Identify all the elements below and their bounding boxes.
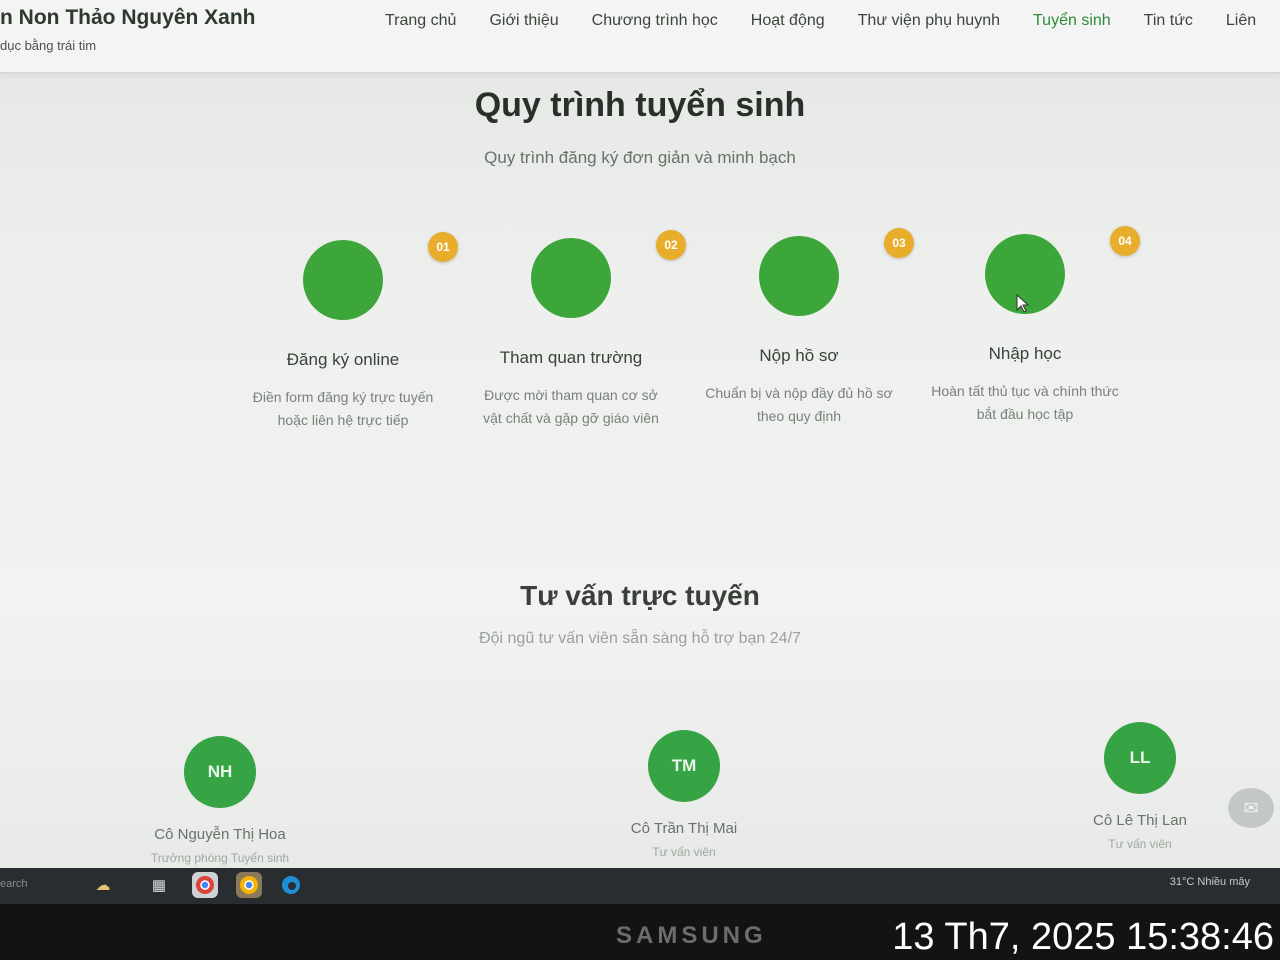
step-description: Được mời tham quan cơ sở vật chất và gặp… bbox=[483, 387, 659, 426]
step-title: Đăng ký online bbox=[286, 350, 400, 369]
advisor-card[interactable]: LL Cô Lê Thị Lan Tư vấn viên bbox=[1020, 722, 1260, 851]
step-circle bbox=[759, 236, 839, 316]
advisor-name: Cô Trần Thị Mai bbox=[630, 820, 738, 837]
browser-viewport: n Non Thảo Nguyên Xanh dục bằng trái tim… bbox=[0, 0, 1280, 868]
taskbar-weather[interactable]: 31°C Nhiều mây bbox=[1170, 876, 1250, 888]
step-title: Tham quan trường bbox=[499, 348, 643, 367]
brand-tagline: dục bằng trái tim bbox=[0, 38, 97, 53]
avatar: NH bbox=[184, 736, 256, 808]
taskbar-search[interactable]: earch bbox=[0, 878, 28, 890]
monitor-bezel: SAMSUNG 13 Th7, 2025 15:38:46 bbox=[0, 904, 1280, 960]
avatar: TM bbox=[648, 730, 720, 802]
consult-title: Tư vấn trực tuyến bbox=[520, 580, 760, 611]
weather-icon[interactable]: ☁ bbox=[90, 872, 116, 898]
advisor-name: Cô Nguyễn Thị Hoa bbox=[154, 826, 286, 843]
advisor-name: Cô Lê Thị Lan bbox=[1093, 812, 1187, 829]
step-description: Điền form đăng ký trực tuyến hoặc liên h… bbox=[252, 389, 434, 428]
mouse-cursor-icon bbox=[1016, 294, 1030, 313]
step-card: 03 Nộp hồ sơ Chuẩn bị và nộp đầy đủ hồ s… bbox=[684, 228, 914, 428]
advisor-role: Tư vấn viên bbox=[652, 845, 716, 859]
nav-item-home[interactable]: Trang chủ bbox=[385, 12, 456, 30]
step-circle bbox=[531, 238, 611, 318]
avatar: LL bbox=[1104, 722, 1176, 794]
step-description: Hoàn tất thủ tục và chính thức bắt đầu h… bbox=[931, 383, 1119, 422]
nav-item-about[interactable]: Giới thiệu bbox=[489, 12, 558, 30]
advisor-role: Tư vấn viên bbox=[1108, 837, 1172, 851]
brand-name[interactable]: n Non Thảo Nguyên Xanh bbox=[0, 6, 256, 30]
nav-item-parent-library[interactable]: Thư viện phụ huynh bbox=[858, 12, 1000, 30]
step-title: Nộp hồ sơ bbox=[759, 346, 839, 365]
main-nav: Trang chủ Giới thiệu Chương trình học Ho… bbox=[385, 12, 1256, 30]
step-number-badge: 04 bbox=[1110, 226, 1140, 256]
step-card: 04 Nhập học Hoàn tất thủ tục và chính th… bbox=[910, 226, 1140, 426]
chat-bubble-icon[interactable]: ✉ bbox=[1228, 788, 1274, 828]
nav-item-admissions[interactable]: Tuyển sinh bbox=[1033, 12, 1111, 30]
process-subtitle: Quy trình đăng ký đơn giản và minh bạch bbox=[484, 148, 796, 167]
edge-icon[interactable] bbox=[278, 872, 304, 898]
step-number-badge: 02 bbox=[656, 230, 686, 260]
chrome-icon[interactable] bbox=[236, 872, 262, 898]
step-title: Nhập học bbox=[988, 344, 1062, 363]
step-card: 01 Đăng ký online Điền form đăng ký trực… bbox=[228, 232, 458, 432]
windows-taskbar: earch ☁ ▦ 31°C Nhiều mây bbox=[0, 868, 1280, 904]
step-description: Chuẩn bị và nộp đầy đủ hồ sơ theo quy đị… bbox=[705, 385, 893, 424]
nav-item-news[interactable]: Tin tức bbox=[1144, 12, 1193, 30]
chrome-icon[interactable] bbox=[192, 872, 218, 898]
advisor-card[interactable]: TM Cô Trần Thị Mai Tư vấn viên bbox=[564, 730, 804, 859]
nav-item-curriculum[interactable]: Chương trình học bbox=[592, 12, 718, 30]
site-header: n Non Thảo Nguyên Xanh dục bằng trái tim… bbox=[0, 0, 1280, 73]
advisor-role: Trưởng phòng Tuyển sinh bbox=[150, 851, 290, 865]
consult-subtitle: Đội ngũ tư vấn viên sẵn sàng hỗ trợ bạn … bbox=[479, 630, 801, 647]
process-title: Quy trình tuyển sinh bbox=[474, 86, 806, 124]
step-card: 02 Tham quan trường Được mời tham quan c… bbox=[456, 230, 686, 430]
task-view-icon[interactable]: ▦ bbox=[146, 872, 172, 898]
step-number-badge: 01 bbox=[428, 232, 458, 262]
nav-item-contact[interactable]: Liên bbox=[1226, 12, 1256, 30]
monitor-brand-logo: SAMSUNG bbox=[616, 922, 767, 949]
step-circle bbox=[303, 240, 383, 320]
advisor-card[interactable]: NH Cô Nguyễn Thị Hoa Trưởng phòng Tuyển … bbox=[100, 736, 340, 865]
photo-timestamp: 13 Th7, 2025 15:38:46 bbox=[892, 916, 1274, 958]
nav-item-activities[interactable]: Hoạt động bbox=[751, 12, 825, 30]
